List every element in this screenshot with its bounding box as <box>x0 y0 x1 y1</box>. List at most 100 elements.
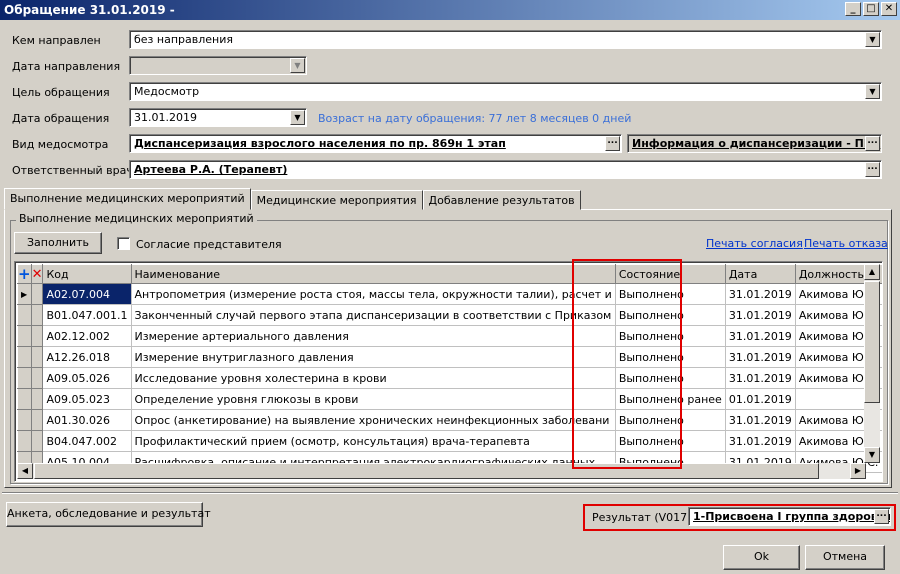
cell-name[interactable]: Определение уровня глюкозы в крови <box>131 388 616 410</box>
cell-status[interactable]: Выполнено <box>615 304 726 326</box>
column-header-status[interactable]: Состояние <box>614 264 726 284</box>
minimize-button[interactable]: _ <box>845 2 861 16</box>
tab-execution[interactable]: Выполнение медицинских мероприятий <box>4 188 251 210</box>
row-indicator[interactable] <box>17 388 32 410</box>
age-info: Возраст на дату обращения: 77 лет 8 меся… <box>318 112 632 125</box>
referral-date-label: Дата направления <box>12 60 121 73</box>
cell-status[interactable]: Выполнено <box>615 346 726 368</box>
info-button[interactable]: Информация о диспансеризации - ПЕК ... <box>627 134 882 153</box>
close-button[interactable]: ✕ <box>881 2 897 16</box>
dots-icon[interactable]: ... <box>865 136 880 151</box>
delete-row-icon[interactable]: ✕ <box>30 264 44 284</box>
fill-button[interactable]: Заполнить <box>14 232 102 254</box>
cell-date[interactable]: 31.01.2019 <box>725 325 796 347</box>
table-row[interactable]: A09.05.026 Исследование уровня холестерин… <box>17 367 882 389</box>
cell-status[interactable]: Выполнено <box>615 325 726 347</box>
row-marker <box>30 388 44 410</box>
table-row[interactable]: B04.047.002 Профилактический прием (осмот… <box>17 430 882 452</box>
tab-medical-activities[interactable]: Медицинские мероприятия <box>250 190 423 210</box>
scroll-down-icon[interactable]: ▼ <box>864 447 880 463</box>
chevron-down-icon: ▼ <box>290 58 305 73</box>
chevron-down-icon[interactable]: ▼ <box>290 110 305 125</box>
cell-status[interactable]: Выполнено <box>615 409 726 431</box>
horizontal-scrollbar[interactable]: ◀ ▶ <box>17 463 866 479</box>
add-row-icon[interactable]: + <box>17 264 32 284</box>
cell-date[interactable]: 31.01.2019 <box>725 283 796 305</box>
cell-name[interactable]: Законченный случай первого этапа диспанс… <box>131 304 616 326</box>
table-row[interactable]: A09.05.023 Определение уровня глюкозы в к… <box>17 388 882 410</box>
cell-date[interactable]: 31.01.2019 <box>725 367 796 389</box>
dots-icon[interactable]: ... <box>605 136 620 151</box>
table-row[interactable]: A01.30.026 Опрос (анкетирование) на выявл… <box>17 409 882 431</box>
cell-code[interactable]: A02.07.004 <box>42 283 132 305</box>
dots-icon[interactable]: ... <box>874 509 889 524</box>
exam-type-field[interactable]: Диспансеризация взрослого населения по п… <box>129 134 622 153</box>
row-marker <box>30 367 44 389</box>
cell-code[interactable]: A09.05.023 <box>42 388 132 410</box>
row-indicator[interactable] <box>17 409 32 431</box>
column-header-date[interactable]: Дата <box>724 264 796 284</box>
row-indicator[interactable] <box>17 325 32 347</box>
tab-add-results[interactable]: Добавление результатов <box>422 190 581 210</box>
result-field[interactable]: 1-Присвоена I группа здоровья ... <box>688 507 891 526</box>
referred-by-select[interactable]: без направления ▼ <box>129 30 882 49</box>
cell-date[interactable]: 31.01.2019 <box>725 409 796 431</box>
cell-status[interactable]: Выполнено <box>615 283 726 305</box>
title-bar: Обращение 31.01.2019 - _ □ ✕ <box>0 0 900 20</box>
cell-code[interactable]: A02.12.002 <box>42 325 132 347</box>
consent-checkbox[interactable] <box>117 237 130 250</box>
cell-date[interactable]: 31.01.2019 <box>725 304 796 326</box>
referral-date-field: ▼ <box>129 56 307 75</box>
horizontal-scroll-thumb[interactable] <box>34 463 819 479</box>
cell-code[interactable]: B01.047.001.1 <box>42 304 132 326</box>
visit-date-field[interactable]: 31.01.2019 ▼ <box>129 108 307 127</box>
cell-name[interactable]: Опрос (анкетирование) на выявление хрони… <box>131 409 616 431</box>
procedures-grid: + ✕ Код Наименование Состояние Дата Долж… <box>14 261 883 482</box>
row-indicator[interactable] <box>17 304 32 326</box>
info-button-label: Информация о диспансеризации - ПЕК <box>632 137 881 150</box>
cell-code[interactable]: A12.26.018 <box>42 346 132 368</box>
cell-name[interactable]: Исследование уровня холестерина в крови <box>131 367 616 389</box>
cell-status[interactable]: Выполнено ранее <box>615 388 726 410</box>
cell-date[interactable]: 31.01.2019 <box>725 430 796 452</box>
tab-bar: Выполнение медицинских мероприятий Медиц… <box>4 188 581 210</box>
cancel-button[interactable]: Отмена <box>805 545 885 570</box>
row-indicator[interactable] <box>17 346 32 368</box>
cell-date[interactable]: 01.01.2019 <box>725 388 796 410</box>
row-indicator[interactable] <box>17 430 32 452</box>
cell-code[interactable]: A09.05.026 <box>42 367 132 389</box>
cell-name[interactable]: Антропометрия (измерение роста стоя, мас… <box>131 283 616 305</box>
cell-name[interactable]: Профилактический прием (осмотр, консульт… <box>131 430 616 452</box>
purpose-select[interactable]: Медосмотр ▼ <box>129 82 882 101</box>
cell-code[interactable]: B04.047.002 <box>42 430 132 452</box>
scroll-up-icon[interactable]: ▲ <box>864 264 880 280</box>
table-row[interactable]: ▶ A02.07.004 Антропометрия (измерение рост… <box>17 283 882 305</box>
print-refusal-link[interactable]: Печать отказа <box>804 237 888 250</box>
maximize-button[interactable]: □ <box>863 2 879 16</box>
row-indicator[interactable]: ▶ <box>17 283 32 305</box>
scroll-left-icon[interactable]: ◀ <box>17 463 33 479</box>
ok-button[interactable]: Ok <box>723 545 800 570</box>
row-indicator[interactable] <box>17 367 32 389</box>
column-header-name[interactable]: Наименование <box>130 264 616 284</box>
vertical-scroll-thumb[interactable] <box>864 281 880 403</box>
cell-date[interactable]: 31.01.2019 <box>725 346 796 368</box>
column-header-code[interactable]: Код <box>42 264 132 284</box>
survey-button[interactable]: Анкета, обследование и результат <box>6 502 211 527</box>
row-marker <box>30 304 44 326</box>
dots-icon[interactable]: ... <box>865 162 880 177</box>
doctor-field[interactable]: Артеева Р.А. (Терапевт) ... <box>129 160 882 179</box>
cell-name[interactable]: Измерение внутриглазного давления <box>131 346 616 368</box>
scroll-right-icon[interactable]: ▶ <box>850 463 866 479</box>
chevron-down-icon[interactable]: ▼ <box>865 32 880 47</box>
print-consent-link[interactable]: Печать согласия <box>706 237 803 250</box>
cell-code[interactable]: A01.30.026 <box>42 409 132 431</box>
chevron-down-icon[interactable]: ▼ <box>865 84 880 99</box>
cell-name[interactable]: Измерение артериального давления <box>131 325 616 347</box>
vertical-scrollbar[interactable]: ▲ ▼ <box>864 264 880 463</box>
table-row[interactable]: A12.26.018 Измерение внутриглазного давле… <box>17 346 882 368</box>
cell-status[interactable]: Выполнено <box>615 367 726 389</box>
cell-status[interactable]: Выполнено <box>615 430 726 452</box>
table-row[interactable]: A02.12.002 Измерение артериального давлен… <box>17 325 882 347</box>
table-row[interactable]: B01.047.001.1 Законченный случай первого … <box>17 304 882 326</box>
